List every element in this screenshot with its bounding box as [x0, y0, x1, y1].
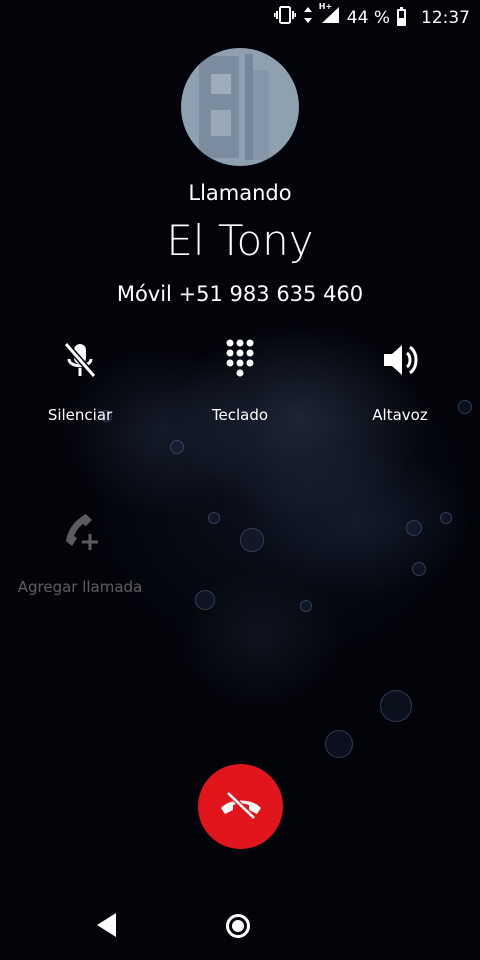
battery-percent: 44 % — [346, 7, 390, 28]
status-bar: H+ 44 % 12:37 — [0, 0, 480, 34]
end-call-icon — [218, 790, 264, 824]
mute-button[interactable]: Silenciar — [10, 338, 150, 424]
dialpad-label: Teclado — [211, 406, 269, 424]
mute-mic-icon — [58, 338, 102, 382]
add-call-button[interactable]: Agregar llamada — [10, 510, 150, 596]
dialpad-button[interactable]: Teclado — [170, 338, 310, 424]
vibrate-icon — [273, 6, 296, 29]
call-state: Llamando — [188, 181, 292, 205]
data-arrows-icon — [303, 6, 313, 29]
clock: 12:37 — [421, 7, 470, 28]
phone-number: Móvil +51 983 635 460 — [116, 282, 364, 306]
speaker-button[interactable]: Altavoz — [330, 338, 470, 424]
battery-icon — [397, 7, 406, 26]
dialpad-icon — [218, 338, 262, 382]
back-icon[interactable] — [96, 912, 118, 942]
contact-avatar — [181, 48, 299, 166]
add-call-icon — [58, 510, 102, 554]
speaker-label: Altavoz — [372, 406, 428, 424]
speaker-icon — [378, 338, 422, 382]
end-call-button[interactable] — [198, 764, 283, 849]
network-type: H+ — [318, 2, 333, 11]
mute-label: Silenciar — [47, 406, 113, 424]
signal-icon: H+ — [319, 2, 340, 29]
add-call-label: Agregar llamada — [17, 578, 143, 596]
contact-name: El Tony — [166, 216, 314, 265]
home-icon[interactable] — [226, 914, 250, 938]
